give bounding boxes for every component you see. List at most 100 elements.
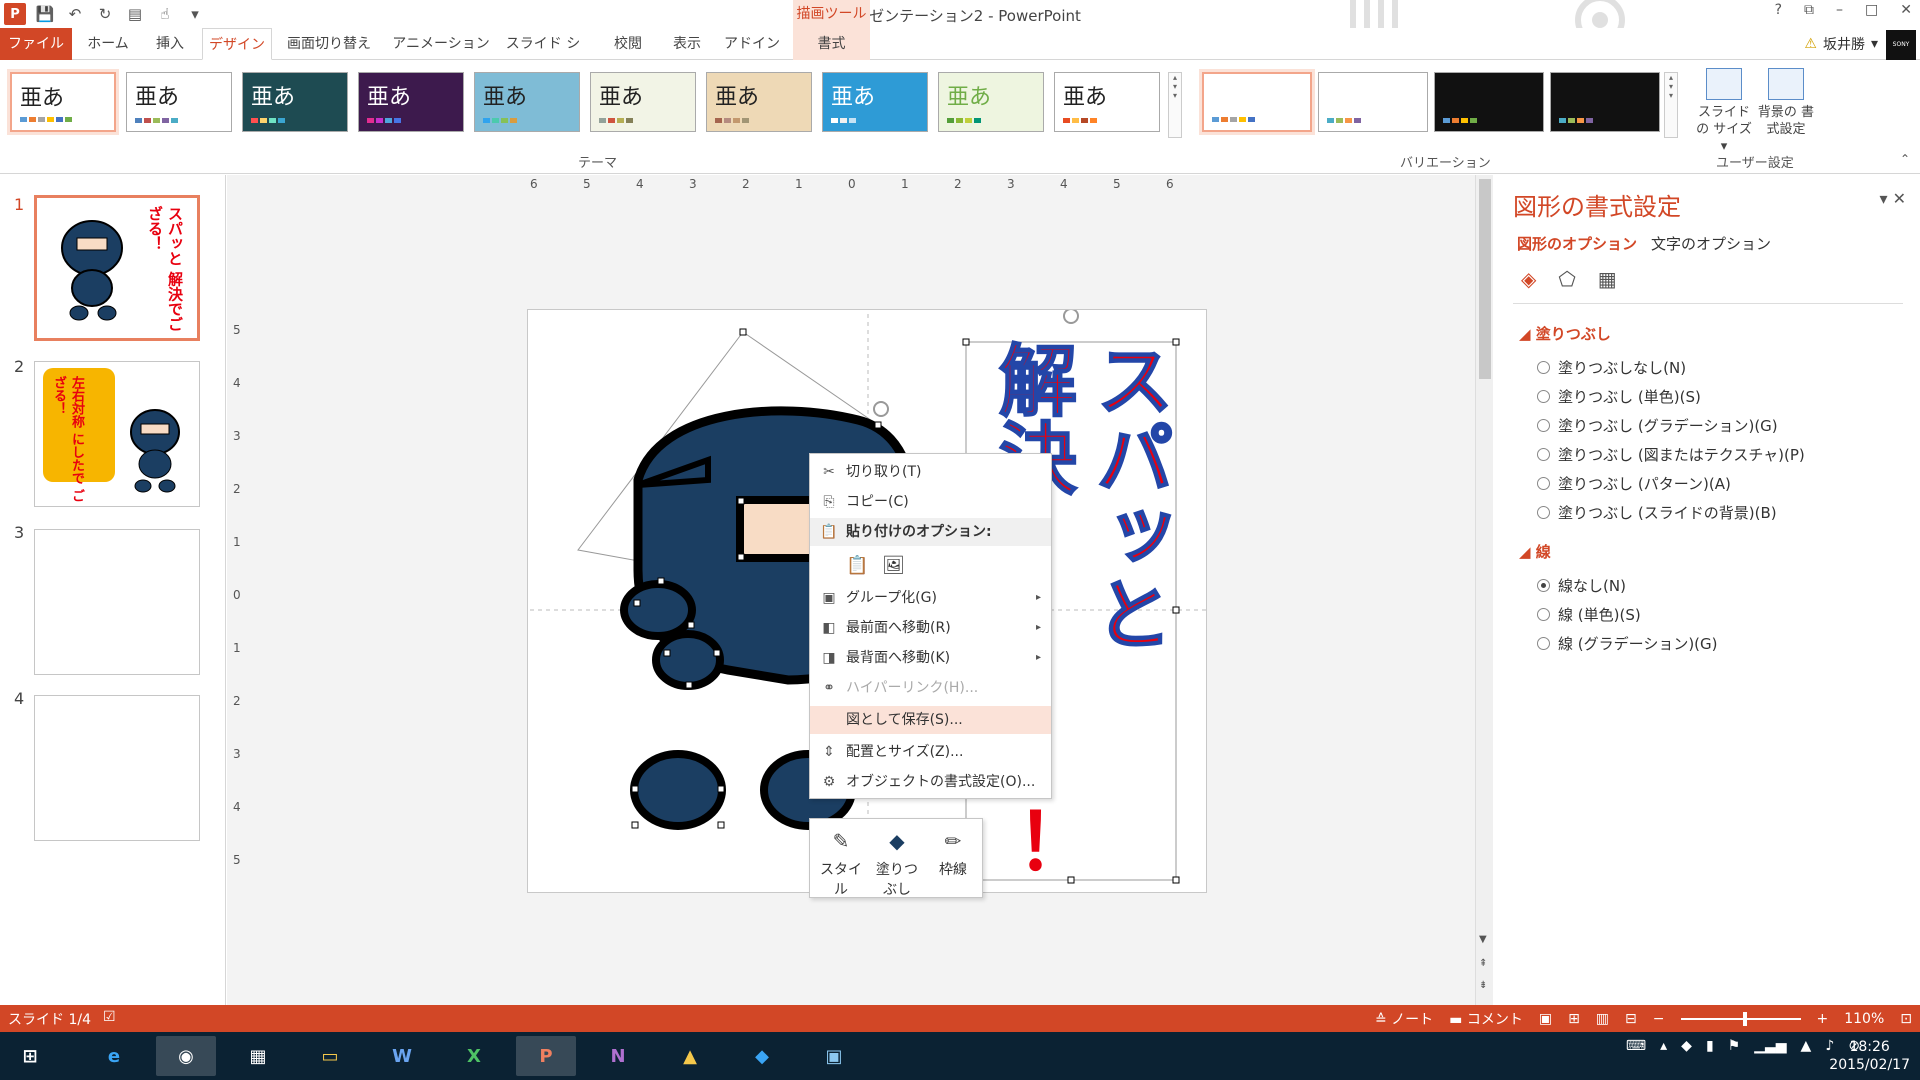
zoom-in-icon[interactable]: + — [1817, 1011, 1829, 1027]
start-button[interactable]: ⊞ — [0, 1036, 60, 1076]
fill-option[interactable]: 塗りつぶし (スライドの背景)(B) — [1537, 502, 1777, 523]
tab-design[interactable]: デザイン — [202, 28, 272, 60]
minimize-icon[interactable]: – — [1836, 2, 1843, 18]
line-section-header[interactable]: ◢ 線 — [1519, 541, 1551, 562]
notes-button[interactable]: ≙ ノート — [1375, 1009, 1433, 1029]
reading-view-icon[interactable]: ▥ — [1596, 1011, 1609, 1027]
tab-view[interactable]: 表示 — [660, 28, 714, 60]
tab-review[interactable]: 校閲 — [598, 28, 658, 60]
tab-addins[interactable]: アドイン — [722, 28, 782, 60]
effects-icon[interactable]: ⬠ — [1558, 267, 1575, 291]
tab-insert[interactable]: 挿入 — [144, 28, 196, 60]
fill-option[interactable]: 塗りつぶし (グラデーション)(G) — [1537, 415, 1778, 436]
slide-thumbnail-1[interactable]: スパッと 解決でござる！ — [34, 195, 200, 341]
style-button[interactable]: ✎ スタイル — [814, 829, 868, 899]
ie-icon[interactable]: e — [84, 1036, 144, 1076]
flag-icon[interactable]: ⚑ — [1728, 1038, 1741, 1054]
comments-button[interactable]: ▬ コメント — [1449, 1009, 1523, 1029]
fill-button[interactable]: ◆ 塗りつぶし — [870, 829, 924, 899]
clock[interactable]: 18:26 2015/02/17 — [1829, 1038, 1910, 1074]
vertical-scrollbar[interactable]: ▼ ⇞ ⇟ — [1475, 175, 1493, 1005]
help-icon[interactable]: ? — [1775, 2, 1782, 18]
maximize-icon[interactable]: □ — [1865, 2, 1878, 18]
power-icon[interactable]: ▮ — [1706, 1038, 1714, 1054]
slide-thumbnail-2[interactable]: 左右対称 にしたで ござる！ — [34, 361, 200, 507]
slide-size-button[interactable]: スライドの サイズ ▾ — [1694, 68, 1754, 155]
drive-tray-icon[interactable]: ▲ — [1801, 1038, 1812, 1054]
show-hidden-icon[interactable]: ▴ — [1660, 1038, 1667, 1054]
variation-1[interactable] — [1199, 69, 1315, 135]
background-format-button[interactable]: 背景の 書式設定 — [1756, 68, 1816, 138]
word-icon[interactable]: W — [372, 1036, 432, 1076]
variation-3[interactable] — [1434, 72, 1544, 132]
theme-8[interactable]: 亜あ — [822, 72, 928, 132]
zoom-out-icon[interactable]: − — [1653, 1011, 1665, 1027]
tab-file[interactable]: ファイル — [0, 28, 72, 60]
menu-item-cut[interactable]: ✂ 切り取り(T) — [810, 458, 1051, 486]
variation-2[interactable] — [1318, 72, 1428, 132]
tab-format[interactable]: 書式 — [793, 28, 870, 60]
line-option[interactable]: 線なし(N) — [1537, 575, 1626, 596]
menu-item-save-as-picture[interactable]: 図として保存(S)... — [810, 706, 1051, 734]
menu-item-group[interactable]: ▣ グループ化(G) ▸ — [810, 584, 1051, 612]
menu-item-send-to-back[interactable]: ◨ 最背面へ移動(K) ▸ — [810, 644, 1051, 672]
tab-shape-options[interactable]: 図形のオプション — [1517, 233, 1637, 254]
fill-line-icon[interactable]: ◈ — [1521, 267, 1536, 291]
fit-slide-icon[interactable]: ⊡ — [1900, 1011, 1912, 1027]
user-account[interactable]: ⚠ 坂井勝 ▾ — [1804, 34, 1878, 54]
size-properties-icon[interactable]: ▦ — [1598, 267, 1617, 291]
theme-4[interactable]: 亜あ — [358, 72, 464, 132]
ribbon-display-icon[interactable]: ⧉ — [1804, 2, 1814, 18]
fill-option[interactable]: 塗りつぶし (パターン)(A) — [1537, 473, 1731, 494]
slide-thumbnail-3[interactable] — [34, 529, 200, 675]
user-avatar[interactable]: SONY — [1886, 30, 1916, 60]
menu-item-copy[interactable]: ⎘ コピー(C) — [810, 488, 1051, 516]
fill-option[interactable]: 塗りつぶし (単色)(S) — [1537, 386, 1701, 407]
tab-slideshow[interactable]: スライド ショー — [500, 28, 586, 84]
onenote-icon[interactable]: N — [588, 1036, 648, 1076]
theme-7[interactable]: 亜あ — [706, 72, 812, 132]
theme-office[interactable]: 亜あ — [7, 69, 119, 135]
menu-item-format-object[interactable]: ⚙ オブジェクトの書式設定(O)... — [810, 768, 1051, 796]
menu-item-size-position[interactable]: ⇕ 配置とサイズ(Z)... — [810, 738, 1051, 766]
tab-transitions[interactable]: 画面切り替え — [280, 28, 378, 60]
line-option[interactable]: 線 (グラデーション)(G) — [1537, 633, 1718, 654]
theme-10[interactable]: 亜あ — [1054, 72, 1160, 132]
scrollbar-thumb[interactable] — [1479, 179, 1491, 379]
tab-text-options[interactable]: 文字のオプション — [1651, 233, 1771, 254]
next-slide-icon[interactable]: ⇟ — [1479, 980, 1487, 991]
keyboard-icon[interactable]: ⌨ — [1626, 1038, 1646, 1054]
zoom-slider-thumb[interactable] — [1742, 1012, 1747, 1026]
theme-9[interactable]: 亜あ — [938, 72, 1044, 132]
slide-sorter-icon[interactable]: ⊞ — [1568, 1011, 1580, 1027]
folder-icon[interactable]: ▭ — [300, 1036, 360, 1076]
scroll-down-icon[interactable]: ▼ — [1479, 934, 1487, 945]
network-icon[interactable]: ▁▃▅ — [1754, 1038, 1786, 1054]
prev-slide-icon[interactable]: ⇞ — [1479, 958, 1487, 969]
collapse-ribbon-icon[interactable]: ⌃ — [1900, 152, 1910, 166]
powerpoint-taskbar-icon[interactable]: P — [516, 1036, 576, 1076]
tab-animations[interactable]: アニメーション — [386, 28, 496, 60]
paste-keep-format-icon[interactable]: 📋 — [846, 552, 868, 580]
google-drive-icon[interactable]: ▲ — [660, 1036, 720, 1076]
slide-title-text[interactable]: スパッと — [1082, 339, 1174, 653]
theme-gallery-scroll[interactable]: ▴ ▾ ▾ — [1168, 72, 1182, 138]
dropbox-icon[interactable]: ◆ — [732, 1036, 792, 1076]
slideshow-view-icon[interactable]: ⊟ — [1625, 1011, 1637, 1027]
fill-option[interactable]: 塗りつぶしなし(N) — [1537, 357, 1686, 378]
tab-home[interactable]: ホーム — [78, 28, 138, 60]
variation-gallery-scroll[interactable]: ▴ ▾ ▾ — [1664, 72, 1678, 138]
spellcheck-icon[interactable]: ☑ — [103, 1009, 116, 1029]
zoom-slider[interactable] — [1680, 1012, 1801, 1026]
close-icon[interactable]: ✕ — [1900, 2, 1912, 18]
photos-icon[interactable]: ▣ — [804, 1036, 864, 1076]
dropbox-tray-icon[interactable]: ◆ — [1681, 1038, 1692, 1054]
theme-3[interactable]: 亜あ — [242, 72, 348, 132]
theme-2[interactable]: 亜あ — [126, 72, 232, 132]
zoom-level[interactable]: 110% — [1844, 1011, 1884, 1027]
chrome-icon[interactable]: ◉ — [156, 1036, 216, 1076]
slide-thumbnail-4[interactable] — [34, 695, 200, 841]
normal-view-icon[interactable]: ▣ — [1539, 1011, 1552, 1027]
theme-5[interactable]: 亜あ — [474, 72, 580, 132]
photo-viewer-icon[interactable]: ▦ — [228, 1036, 288, 1076]
